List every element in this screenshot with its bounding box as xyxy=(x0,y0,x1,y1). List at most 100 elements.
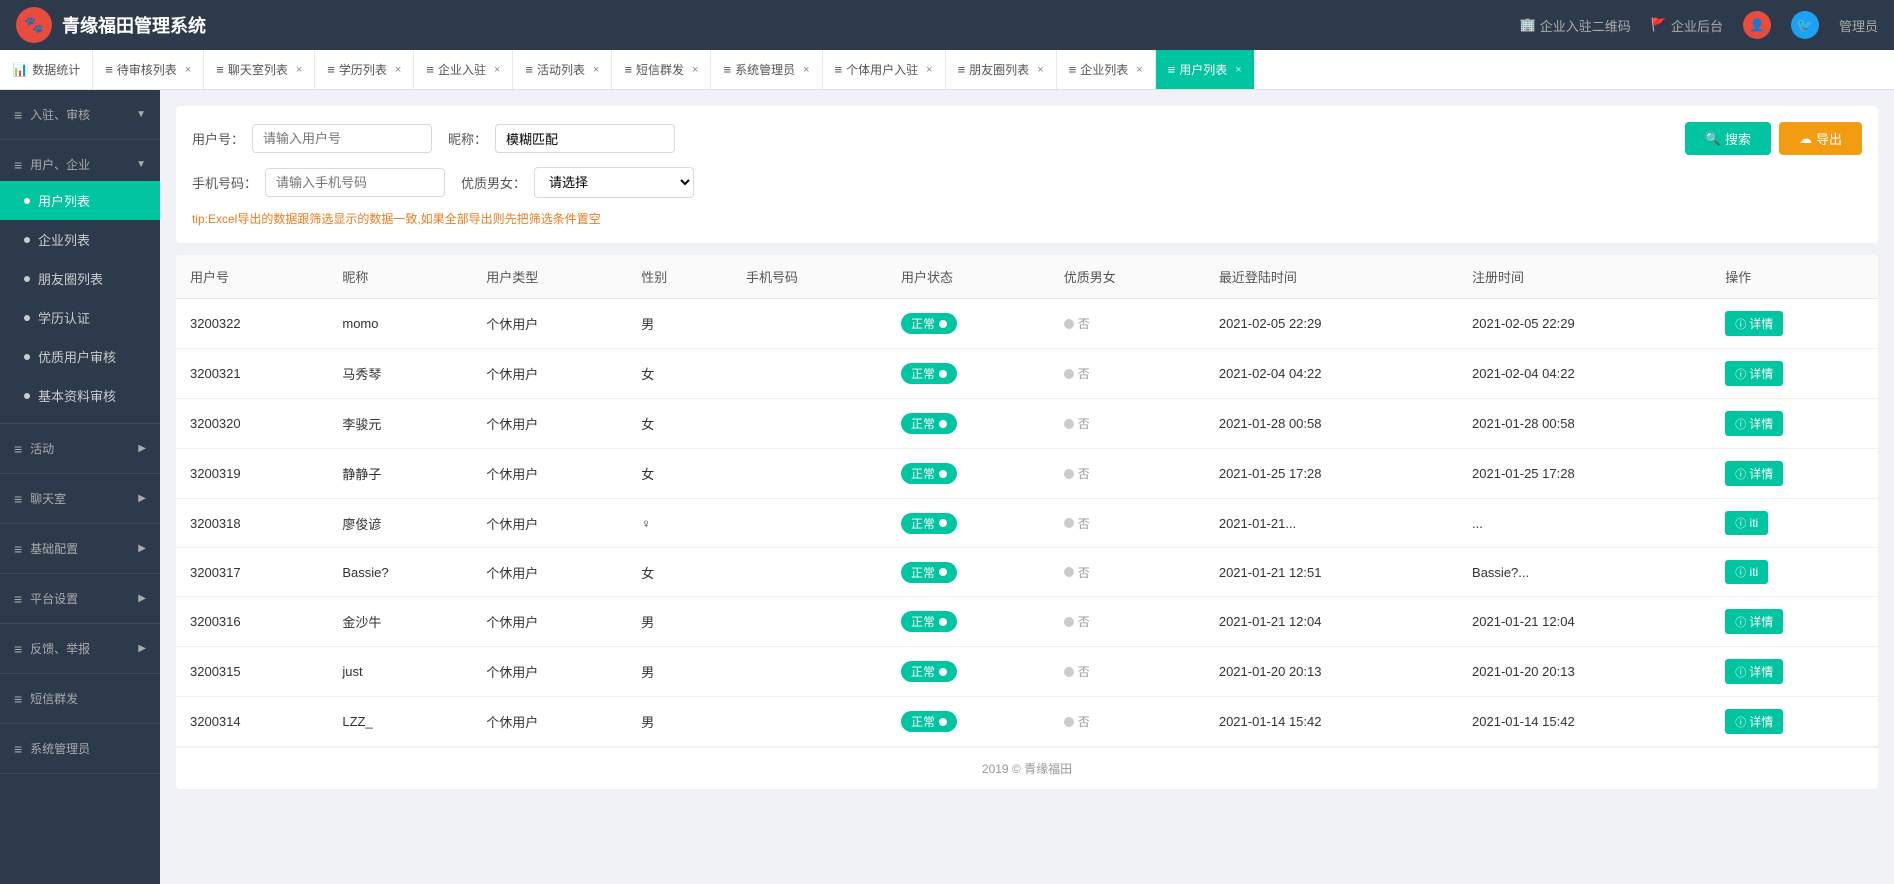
cell-last-login: 2021-02-05 22:29 xyxy=(1205,299,1458,349)
sidebar-group-admission[interactable]: ≡ 入驻、审核 ▼ xyxy=(0,98,160,131)
sidebar-group-sysadmin[interactable]: ≡ 系统管理员 xyxy=(0,732,160,765)
tab-activity[interactable]: ≡ 活动列表 × xyxy=(513,50,612,90)
cell-action: ⓘ 详情 xyxy=(1711,597,1878,647)
quality-toggle[interactable]: 否 xyxy=(1064,564,1090,581)
quality-toggle[interactable]: 否 xyxy=(1064,613,1090,630)
toggle-circle xyxy=(1064,319,1074,329)
tab-close-edu[interactable]: × xyxy=(395,64,401,76)
sidebar-item-moments-list[interactable]: 朋友圈列表 xyxy=(0,259,160,298)
sidebar-group-user[interactable]: ≡ 用户、企业 ▼ xyxy=(0,148,160,181)
tab-close-moments[interactable]: × xyxy=(1037,64,1043,76)
cell-quality: 否 xyxy=(1050,449,1205,499)
sidebar-item-user-list[interactable]: 用户列表 xyxy=(0,181,160,220)
tab-enterprise-entry[interactable]: ≡ 企业入驻 × xyxy=(414,50,513,90)
user-avatar[interactable]: 👤 xyxy=(1743,11,1771,39)
sidebar-item-quality-review[interactable]: 优质用户审核 xyxy=(0,337,160,376)
status-badge[interactable]: 正常 xyxy=(901,363,957,384)
sidebar-group-activity[interactable]: ≡ 活动 ▶ xyxy=(0,432,160,465)
user-no-input[interactable] xyxy=(252,124,432,153)
cell-nickname: LZZ_ xyxy=(328,697,472,747)
quality-toggle[interactable]: 否 xyxy=(1064,713,1090,730)
tab-close-ent-entry[interactable]: × xyxy=(494,64,500,76)
tab-close-sms[interactable]: × xyxy=(692,64,698,76)
tab-close-sys[interactable]: × xyxy=(803,64,809,76)
status-badge[interactable]: 正常 xyxy=(901,413,957,434)
sidebar-section-sysadmin: ≡ 系统管理员 xyxy=(0,724,160,774)
tab-close-personal[interactable]: × xyxy=(926,64,932,76)
action-button[interactable]: ⓘ 详情 xyxy=(1725,609,1783,634)
cell-quality: 否 xyxy=(1050,548,1205,597)
sidebar-group-platform[interactable]: ≡ 平台设置 ▶ xyxy=(0,582,160,615)
quality-toggle[interactable]: 否 xyxy=(1064,415,1090,432)
search-form: 用户号： 昵称： 🔍 搜索 ☁ 导出 xyxy=(176,106,1878,243)
sidebar-group-basic-config[interactable]: ≡ 基础配置 ▶ xyxy=(0,532,160,565)
tab-close-chat[interactable]: × xyxy=(296,64,302,76)
cell-reg-time: 2021-01-20 20:13 xyxy=(1458,647,1711,697)
tab-data-stats[interactable]: 📊 数据统计 xyxy=(0,50,93,90)
cell-user-id: 3200319 xyxy=(176,449,328,499)
status-badge[interactable]: 正常 xyxy=(901,463,957,484)
tab-enterprise-list[interactable]: ≡ 企业列表 × xyxy=(1057,50,1156,90)
enterprise-backend-link[interactable]: 🚩 企业后台 xyxy=(1651,16,1723,35)
tab-education[interactable]: ≡ 学历列表 × xyxy=(315,50,414,90)
quality-toggle[interactable]: 否 xyxy=(1064,365,1090,382)
tab-personal-entry[interactable]: ≡ 个体用户入驻 × xyxy=(823,50,946,90)
sidebar-item-education-cert[interactable]: 学历认证 xyxy=(0,298,160,337)
quality-toggle[interactable]: 否 xyxy=(1064,315,1090,332)
status-badge[interactable]: 正常 xyxy=(901,611,957,632)
nickname-input[interactable] xyxy=(495,124,675,153)
phone-input[interactable] xyxy=(265,168,445,197)
tab-close-activity[interactable]: × xyxy=(593,64,599,76)
status-badge[interactable]: 正常 xyxy=(901,313,957,334)
action-button[interactable]: ⓘ 详情 xyxy=(1725,311,1783,336)
action-button[interactable]: ⓘ iti xyxy=(1725,560,1768,584)
action-button[interactable]: ⓘ 详情 xyxy=(1725,461,1783,486)
action-button[interactable]: ⓘ 详情 xyxy=(1725,361,1783,386)
tab-user-list[interactable]: ≡ 用户列表 × xyxy=(1156,50,1255,90)
menu-icon-basic-config: ≡ xyxy=(14,541,22,557)
tab-chat-room[interactable]: ≡ 聊天室列表 × xyxy=(204,50,315,90)
action-button[interactable]: ⓘ iti xyxy=(1725,511,1768,535)
tab-icon-moments: ≡ xyxy=(958,62,966,77)
status-badge[interactable]: 正常 xyxy=(901,562,957,583)
tab-sms[interactable]: ≡ 短信群发 × xyxy=(612,50,711,90)
action-button[interactable]: ⓘ 详情 xyxy=(1725,411,1783,436)
tab-close-ent-list[interactable]: × xyxy=(1136,64,1142,76)
header-actions: 🏢 企业入驻二维码 🚩 企业后台 👤 🐦 管理员 xyxy=(1520,11,1878,39)
dot-quality-review xyxy=(24,354,30,360)
quality-toggle[interactable]: 否 xyxy=(1064,515,1090,532)
sidebar-section-platform: ≡ 平台设置 ▶ xyxy=(0,574,160,624)
tab-close-user-list[interactable]: × xyxy=(1235,64,1241,76)
tab-close-pending[interactable]: × xyxy=(185,64,191,76)
table-head: 用户号 昵称 用户类型 性别 手机号码 用户状态 优质男女 最近登陆时间 注册时… xyxy=(176,255,1878,299)
cell-nickname: 马秀琴 xyxy=(328,349,472,399)
quality-toggle[interactable]: 否 xyxy=(1064,663,1090,680)
sidebar-item-basic-data-review[interactable]: 基本资料审核 xyxy=(0,376,160,415)
sidebar-group-chat[interactable]: ≡ 聊天室 ▶ xyxy=(0,482,160,515)
form-actions: 🔍 搜索 ☁ 导出 xyxy=(1685,122,1862,155)
quality-toggle[interactable]: 否 xyxy=(1064,465,1090,482)
quality-select[interactable]: 请选择 是 否 xyxy=(534,167,694,198)
action-button[interactable]: ⓘ 详情 xyxy=(1725,709,1783,734)
nickname-label: 昵称： xyxy=(448,129,487,148)
status-badge[interactable]: 正常 xyxy=(901,661,957,682)
search-button[interactable]: 🔍 搜索 xyxy=(1685,122,1771,155)
col-nickname: 昵称 xyxy=(328,255,472,299)
enterprise-qr-link[interactable]: 🏢 企业入驻二维码 xyxy=(1520,16,1631,35)
sidebar-group-sms[interactable]: ≡ 短信群发 xyxy=(0,682,160,715)
tab-sys-manager[interactable]: ≡ 系统管理员 × xyxy=(711,50,822,90)
tab-icon-chat: ≡ xyxy=(216,62,224,77)
dot-moments-list xyxy=(24,276,30,282)
cell-reg-time: ... xyxy=(1458,499,1711,548)
sidebar-group-feedback[interactable]: ≡ 反馈、举报 ▶ xyxy=(0,632,160,665)
sidebar-item-enterprise-list[interactable]: 企业列表 xyxy=(0,220,160,259)
cell-gender: 男 xyxy=(627,299,732,349)
export-button[interactable]: ☁ 导出 xyxy=(1779,122,1862,155)
cell-user-id: 3200315 xyxy=(176,647,328,697)
tab-moments[interactable]: ≡ 朋友圈列表 × xyxy=(946,50,1057,90)
action-button[interactable]: ⓘ 详情 xyxy=(1725,659,1783,684)
status-badge[interactable]: 正常 xyxy=(901,513,957,534)
tab-pending-review[interactable]: ≡ 待审核列表 × xyxy=(93,50,204,90)
status-badge[interactable]: 正常 xyxy=(901,711,957,732)
cell-action: ⓘ iti xyxy=(1711,548,1878,597)
